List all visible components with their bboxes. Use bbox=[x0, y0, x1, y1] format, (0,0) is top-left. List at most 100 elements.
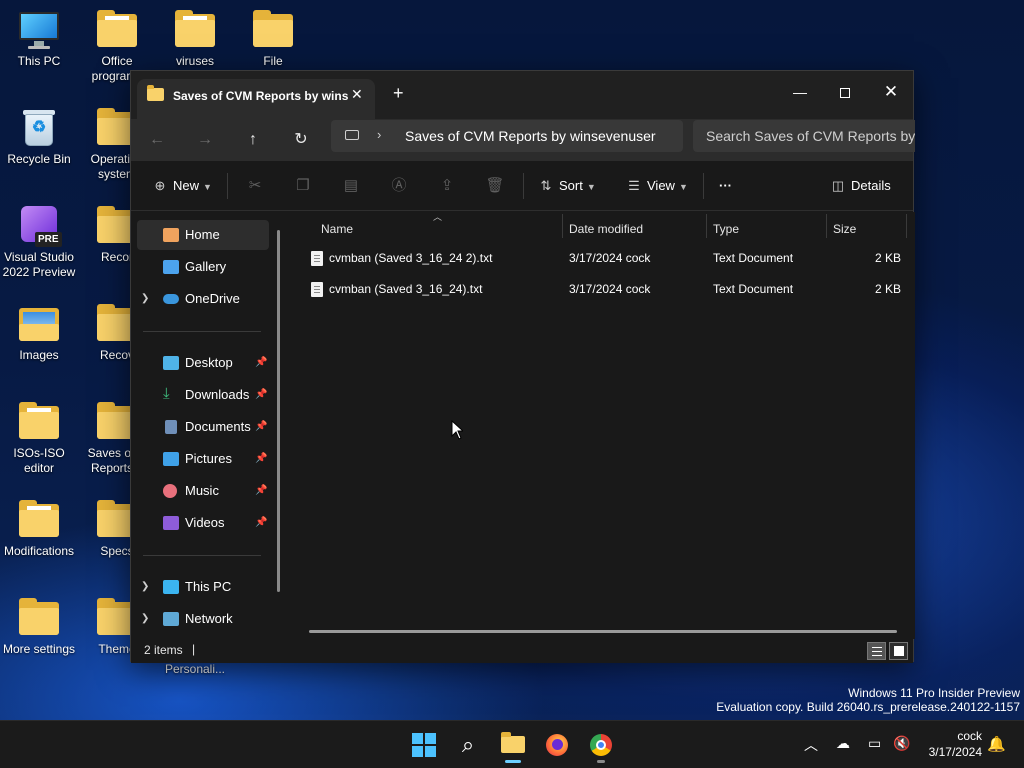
volume-muted-icon[interactable]: 🔇 bbox=[893, 735, 910, 752]
desktop-icon-images[interactable]: Images bbox=[0, 304, 78, 363]
clock[interactable]: cock 3/17/2024 bbox=[929, 728, 982, 760]
search-input[interactable]: Search Saves of CVM Reports by winsevenu… bbox=[693, 120, 915, 152]
desktop-icon-this-pc[interactable]: This PC bbox=[0, 10, 78, 69]
search-button[interactable]: ⌕ bbox=[452, 729, 484, 761]
sidebar-item-downloads[interactable]: ⤓ Downloads 📌 bbox=[137, 380, 269, 410]
column-header-date-modified[interactable]: Date modified bbox=[569, 216, 643, 242]
column-header-type[interactable]: Type bbox=[713, 216, 739, 242]
close-tab-button[interactable]: ✕ bbox=[351, 86, 363, 103]
breadcrumb-path[interactable]: Saves of CVM Reports by winsevenuser bbox=[405, 128, 656, 144]
address-bar[interactable]: › Saves of CVM Reports by winsevenuser bbox=[331, 120, 683, 152]
refresh-button[interactable]: ↻ bbox=[287, 127, 315, 153]
sidebar-item-music[interactable]: Music 📌 bbox=[137, 476, 269, 506]
onedrive-offline-icon[interactable]: ☁ bbox=[836, 735, 850, 752]
desktop-icon-personalization-label[interactable]: Personali... bbox=[156, 662, 234, 677]
sidebar-item-network[interactable]: ❯ Network bbox=[137, 604, 269, 634]
desktop-icon-label: More settings bbox=[2, 642, 76, 656]
sidebar-scrollbar[interactable] bbox=[277, 230, 280, 592]
desktop-icon-label: ISOs-ISO editor bbox=[13, 446, 65, 475]
sidebar-item-onedrive[interactable]: ❯ OneDrive bbox=[137, 284, 269, 314]
download-icon: ⤓ bbox=[163, 385, 170, 402]
sidebar-divider bbox=[143, 555, 261, 556]
desktop-icon-more-settings[interactable]: More settings bbox=[0, 598, 78, 657]
desktop-icon-label: Modifications bbox=[3, 544, 75, 558]
folder-icon bbox=[17, 402, 61, 442]
file-row[interactable]: cvmban (Saved 3_16_24).txt 3/17/2024 coc… bbox=[289, 274, 915, 305]
chevron-right-icon[interactable]: ❯ bbox=[141, 604, 149, 634]
forward-button[interactable]: → bbox=[191, 127, 219, 153]
file-explorer-taskbar-button[interactable] bbox=[497, 729, 529, 763]
show-hidden-icons-button[interactable]: ︿ bbox=[804, 735, 818, 755]
horizontal-scrollbar[interactable] bbox=[309, 630, 897, 633]
details-pane-button[interactable]: ◫ Details bbox=[829, 173, 891, 199]
more-options-button[interactable]: ··· bbox=[719, 173, 732, 199]
sidebar-item-label: Pictures bbox=[185, 451, 232, 466]
column-header-name[interactable]: Name bbox=[321, 216, 353, 242]
paste-icon[interactable]: ▤ bbox=[339, 174, 363, 198]
desktop-icon-modifications[interactable]: Modifications bbox=[0, 500, 78, 559]
view-button[interactable]: ☰ View ▼ bbox=[625, 173, 688, 199]
start-button[interactable] bbox=[408, 729, 440, 761]
sidebar-item-pictures[interactable]: Pictures 📌 bbox=[137, 444, 269, 474]
sidebar-item-gallery[interactable]: Gallery bbox=[137, 252, 269, 282]
sort-button[interactable]: ⇅ Sort ▼ bbox=[537, 173, 596, 199]
folder-icon bbox=[501, 732, 525, 753]
network-icon[interactable]: ▭ bbox=[868, 735, 881, 752]
desktop-icon-isos[interactable]: ISOs-ISO editor bbox=[0, 402, 78, 476]
details-view-button[interactable] bbox=[867, 642, 886, 660]
new-tab-button[interactable]: + bbox=[393, 83, 404, 104]
images-folder-icon bbox=[17, 304, 61, 344]
column-divider[interactable] bbox=[826, 214, 827, 238]
file-row[interactable]: cvmban (Saved 3_16_24 2).txt 3/17/2024 c… bbox=[289, 243, 915, 274]
sidebar-item-label: Gallery bbox=[185, 259, 227, 274]
pin-icon[interactable]: 📌 bbox=[255, 476, 267, 506]
file-type: Text Document bbox=[713, 282, 794, 296]
windows-logo-icon bbox=[412, 733, 423, 744]
chrome-taskbar-button[interactable] bbox=[585, 729, 617, 763]
rename-icon[interactable]: Ⓐ bbox=[387, 174, 411, 198]
chevron-right-icon[interactable]: ❯ bbox=[141, 572, 149, 602]
firefox-taskbar-button[interactable] bbox=[541, 729, 573, 761]
desktop-icon-recycle-bin[interactable]: ♻ Recycle Bin bbox=[0, 108, 78, 167]
title-bar[interactable]: Saves of CVM Reports by wins ✕ + — ✕ bbox=[131, 71, 913, 119]
large-icons-view-button[interactable] bbox=[889, 642, 908, 660]
column-divider[interactable] bbox=[906, 214, 907, 238]
pin-icon[interactable]: 📌 bbox=[255, 508, 267, 538]
toolbar-divider bbox=[703, 173, 704, 199]
pin-icon[interactable]: 📌 bbox=[255, 444, 267, 474]
sidebar-item-desktop[interactable]: Desktop 📌 bbox=[137, 348, 269, 378]
copy-icon[interactable]: ❐ bbox=[291, 174, 315, 198]
sidebar-item-home[interactable]: Home bbox=[137, 220, 269, 250]
evaluation-watermark: Windows 11 Pro Insider Preview Evaluatio… bbox=[716, 686, 1020, 714]
column-divider[interactable] bbox=[562, 214, 563, 238]
recycle-bin-icon: ♻ bbox=[17, 108, 61, 148]
new-button[interactable]: ⊕ New ▼ bbox=[151, 173, 212, 199]
tab-saves-of-cvm-reports[interactable]: Saves of CVM Reports by wins ✕ bbox=[137, 79, 375, 119]
desktop-icon bbox=[163, 356, 179, 370]
notification-bell-icon[interactable]: 🔔 bbox=[987, 735, 1006, 753]
breadcrumb-chevron-icon[interactable]: › bbox=[377, 127, 381, 142]
close-window-button[interactable]: ✕ bbox=[869, 77, 913, 107]
column-header-size[interactable]: Size bbox=[833, 216, 856, 242]
chevron-right-icon[interactable]: ❯ bbox=[141, 284, 149, 314]
desktop-icon-viruses[interactable]: viruses bbox=[156, 10, 234, 69]
up-button[interactable]: ↑ bbox=[239, 127, 267, 153]
cut-icon[interactable]: ✂ bbox=[243, 174, 267, 198]
share-icon[interactable]: ⇪ bbox=[435, 174, 459, 198]
desktop-icon-visual-studio[interactable]: PRE Visual Studio 2022 Preview bbox=[0, 206, 78, 280]
back-button[interactable]: ← bbox=[143, 127, 171, 153]
status-caret: | bbox=[192, 642, 196, 656]
minimize-button[interactable]: — bbox=[778, 77, 822, 107]
maximize-button[interactable] bbox=[823, 77, 867, 107]
column-divider[interactable] bbox=[706, 214, 707, 238]
chevron-down-icon: ▼ bbox=[586, 182, 596, 192]
pin-icon[interactable]: 📌 bbox=[255, 380, 267, 410]
sidebar-item-videos[interactable]: Videos 📌 bbox=[137, 508, 269, 538]
sidebar-item-this-pc[interactable]: ❯ This PC bbox=[137, 572, 269, 602]
pin-icon[interactable]: 📌 bbox=[255, 412, 267, 442]
delete-icon[interactable]: 🗑 bbox=[483, 174, 507, 198]
pin-icon[interactable]: 📌 bbox=[255, 348, 267, 378]
sidebar-item-documents[interactable]: Documents 📌 bbox=[137, 412, 269, 442]
sidebar-item-label: Music bbox=[185, 483, 219, 498]
desktop-icon-file[interactable]: File bbox=[234, 10, 312, 69]
